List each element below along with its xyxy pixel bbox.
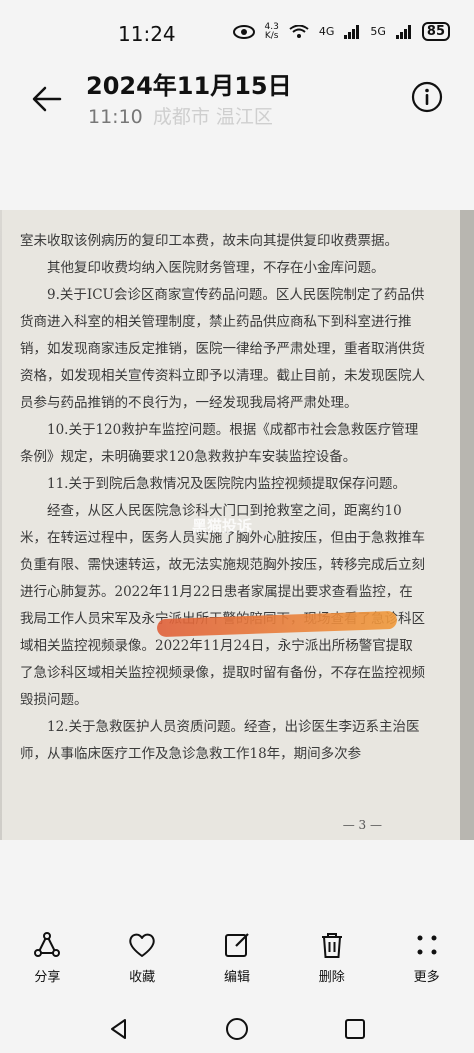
paragraph-7: 12.关于急救医护人员资质问题。经查，出诊医生李迈系主治医师，从事临床医疗工作及… (20, 719, 420, 762)
paragraph-4: 10.关于120救护车监控问题。根据《成都市社会急救医疗管理条例》规定，未明确要… (20, 422, 419, 465)
photo-time: 11:10 (88, 106, 143, 128)
paragraph-5: 11.关于到院后急救情况及医院院内监控视频提取保存问题。 (47, 476, 406, 492)
background-edge (460, 210, 474, 840)
share-button[interactable]: 分享 (7, 930, 87, 995)
delete-label: 删除 (318, 970, 345, 985)
document-text: 室未收取该例病历的复印工本费，故未向其提供复印收费票据。 其他复印收费均纳入医院… (20, 228, 425, 768)
net-speed: 4.3 K/s (264, 22, 279, 41)
bottom-toolbar: 分享 收藏 编辑 删除 更多 (0, 930, 474, 995)
system-nav-bar (0, 1005, 474, 1053)
paragraph-2: 其他复印收费均纳入医院财务管理，不存在小金库问题。 (47, 260, 385, 276)
info-icon[interactable] (410, 80, 444, 114)
photo-viewer[interactable]: 室未收取该例病历的复印工本费，故未向其提供复印收费票据。 其他复印收费均纳入医院… (0, 210, 474, 840)
back-arrow-icon[interactable] (30, 82, 64, 116)
status-icons: 4.3 K/s 4G 5G 85 (232, 22, 450, 41)
photo-subtitle: 11:10 成都市 温江区 (88, 102, 273, 129)
eye-icon (232, 24, 255, 39)
edit-label: 编辑 (223, 970, 250, 985)
signal-4g-label: 4G (318, 25, 335, 38)
document-paper: 室未收取该例病历的复印工本费，故未向其提供复印收费票据。 其他复印收费均纳入医院… (2, 210, 462, 840)
more-grid-icon (417, 935, 437, 955)
more-button[interactable]: 更多 (387, 930, 467, 995)
signal-5g-label: 5G (370, 25, 386, 38)
more-label: 更多 (413, 970, 440, 985)
page-number: — 3 — (342, 818, 382, 832)
delete-button[interactable]: 删除 (292, 930, 372, 995)
edit-icon (224, 933, 249, 957)
wifi-icon (289, 24, 309, 39)
paragraph-3: 9.关于ICU会诊区商家宣传药品问题。区人民医院制定了药品供货商进入科室的相关管… (20, 287, 425, 411)
photo-location: 成都市 温江区 (152, 106, 273, 128)
status-time: 11:24 (118, 22, 176, 46)
signal-icon (344, 24, 360, 39)
heart-icon (129, 933, 155, 957)
net-speed-unit: K/s (264, 30, 279, 41)
watermark: 黑猫投诉 (192, 517, 253, 535)
trash-icon (321, 933, 342, 958)
nav-home-icon[interactable] (225, 1017, 249, 1041)
share-icon (34, 932, 61, 957)
signal-icon-2 (395, 24, 412, 39)
edit-button[interactable]: 编辑 (197, 930, 277, 995)
nav-back-icon[interactable] (108, 1018, 130, 1040)
favorite-button[interactable]: 收藏 (102, 930, 182, 995)
favorite-label: 收藏 (129, 970, 156, 985)
photo-date-title: 2024年11月15日 (86, 72, 292, 100)
paragraph-1: 室未收取该例病历的复印工本费，故未向其提供复印收费票据。 (20, 233, 398, 249)
nav-recents-icon[interactable] (344, 1018, 366, 1040)
battery-icon: 85 (421, 22, 450, 41)
share-label: 分享 (34, 970, 61, 985)
header: 2024年11月15日 11:10 成都市 温江区 (0, 60, 474, 135)
